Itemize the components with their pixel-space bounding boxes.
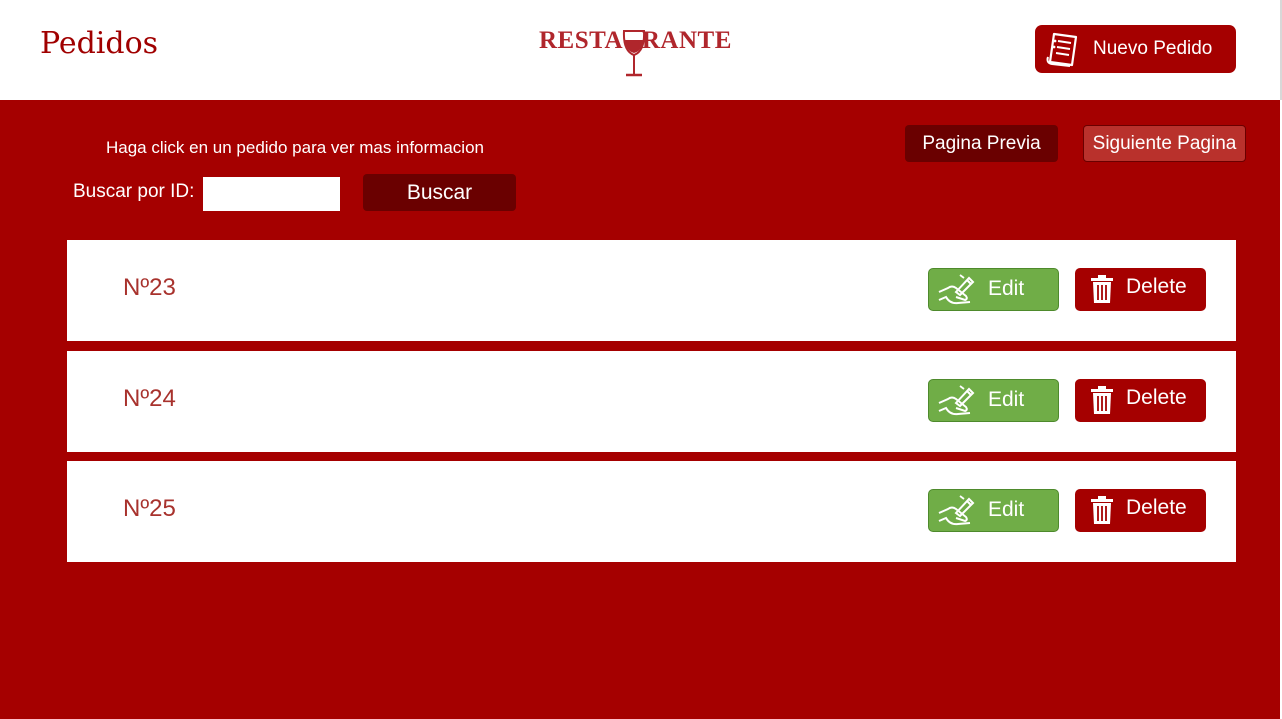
order-id: Nº24 <box>123 385 176 412</box>
delete-label: Delete <box>1126 386 1187 409</box>
instruction-text: Haga click en un pedido para ver mas inf… <box>106 138 484 157</box>
order-id: Nº23 <box>123 274 176 301</box>
delete-button[interactable]: Delete <box>1075 268 1206 311</box>
trash-icon <box>1091 386 1113 414</box>
edit-label: Edit <box>988 498 1025 521</box>
wine-glass-icon <box>622 30 646 77</box>
hand-writing-icon <box>938 385 975 416</box>
new-order-label: Nuevo Pedido <box>1093 38 1213 59</box>
search-label: Buscar por ID: <box>73 181 195 202</box>
trash-icon <box>1091 275 1113 303</box>
search-id-input[interactable] <box>203 177 340 211</box>
order-document-icon <box>1046 32 1078 67</box>
trash-icon <box>1091 496 1113 524</box>
edit-label: Edit <box>988 388 1025 411</box>
page-title: Pedidos <box>40 26 159 61</box>
edit-button[interactable]: Edit <box>928 379 1059 422</box>
main-panel: Haga click en un pedido para ver mas inf… <box>0 100 1280 719</box>
order-row[interactable]: Nº24 Edit Delete <box>67 351 1236 452</box>
delete-button[interactable]: Delete <box>1075 379 1206 422</box>
order-row[interactable]: Nº25 Edit Delete <box>67 461 1236 562</box>
order-row[interactable]: Nº23 Edit Delete <box>67 240 1236 341</box>
order-id: Nº25 <box>123 495 176 522</box>
edit-label: Edit <box>988 277 1025 300</box>
search-button[interactable]: Buscar <box>363 174 516 211</box>
new-order-button[interactable]: Nuevo Pedido <box>1035 25 1236 73</box>
header-bar: Pedidos RESTA RANTE Nuevo Pedido <box>0 0 1282 100</box>
delete-button[interactable]: Delete <box>1075 489 1206 532</box>
hand-writing-icon <box>938 495 975 526</box>
restaurant-logo: RESTA RANTE <box>539 27 739 79</box>
previous-page-button[interactable]: Pagina Previa <box>905 125 1058 162</box>
delete-label: Delete <box>1126 496 1187 519</box>
delete-label: Delete <box>1126 275 1187 298</box>
edit-button[interactable]: Edit <box>928 489 1059 532</box>
edit-button[interactable]: Edit <box>928 268 1059 311</box>
hand-writing-icon <box>938 274 975 305</box>
next-page-button[interactable]: Siguiente Pagina <box>1083 125 1246 162</box>
